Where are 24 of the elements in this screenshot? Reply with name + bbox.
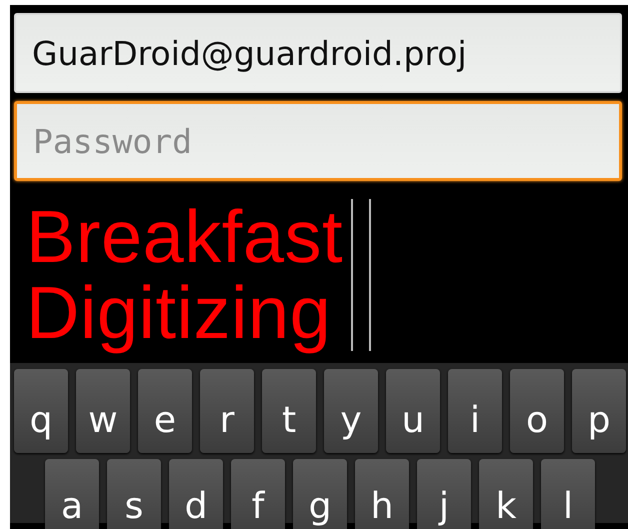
email-field[interactable]: GuarDroid@guardroid.proj xyxy=(14,13,622,93)
key[interactable]: o xyxy=(510,369,564,453)
key[interactable]: l xyxy=(541,459,595,529)
key[interactable]: y xyxy=(324,369,378,453)
key[interactable]: f xyxy=(231,459,285,529)
key[interactable]: e xyxy=(138,369,192,453)
divider-lines-icon xyxy=(351,199,372,351)
key[interactable]: d xyxy=(169,459,223,529)
key[interactable]: w xyxy=(76,369,130,453)
logo-text: Digitizing xyxy=(26,275,332,351)
key[interactable]: p xyxy=(572,369,626,453)
key[interactable]: g xyxy=(293,459,347,529)
key[interactable]: h xyxy=(355,459,409,529)
key[interactable]: s xyxy=(107,459,161,529)
key[interactable]: u xyxy=(386,369,440,453)
key[interactable]: q xyxy=(14,369,68,453)
key[interactable]: a xyxy=(45,459,99,529)
password-field[interactable]: Password xyxy=(14,101,622,181)
key[interactable]: i xyxy=(448,369,502,453)
key[interactable]: r xyxy=(200,369,254,453)
key[interactable]: t xyxy=(262,369,316,453)
key[interactable]: k xyxy=(479,459,533,529)
key[interactable]: j xyxy=(417,459,471,529)
logo-text: Breakfast xyxy=(26,199,344,275)
